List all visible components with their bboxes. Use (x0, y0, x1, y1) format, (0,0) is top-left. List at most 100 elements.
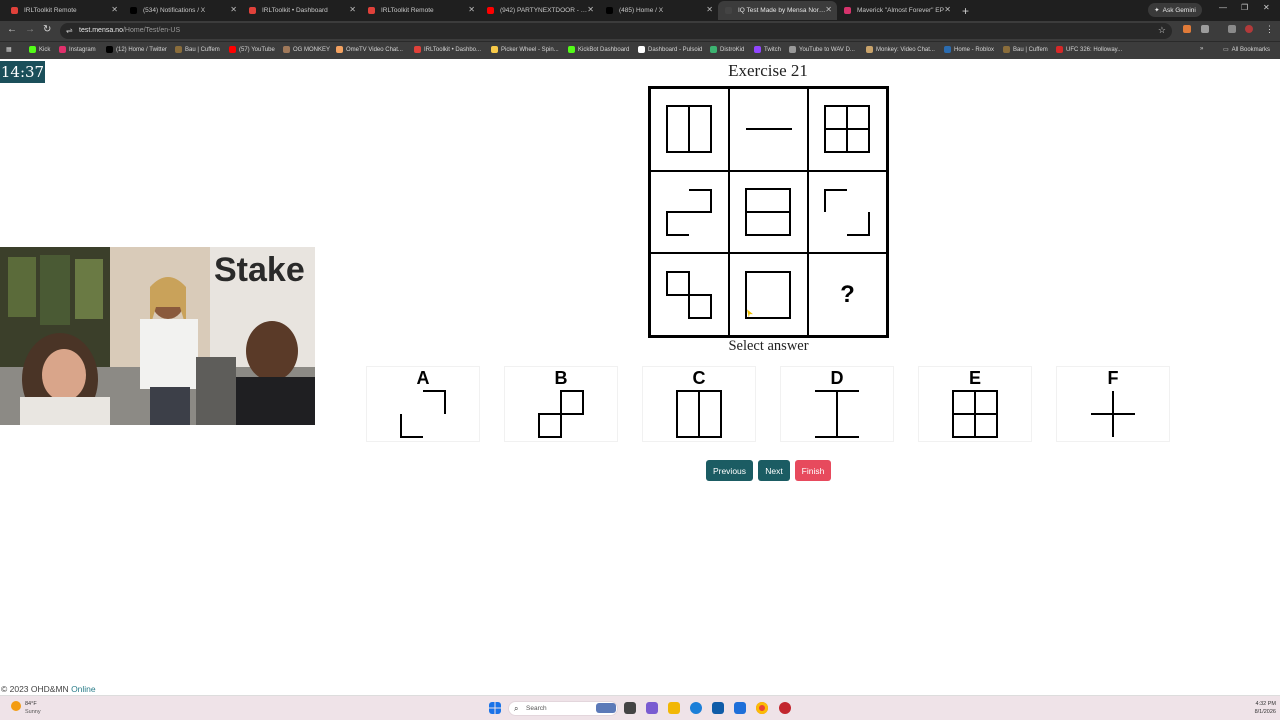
chrome-icon[interactable] (756, 702, 768, 714)
bookmark-item[interactable]: DistroKid (710, 46, 744, 53)
browser-tab[interactable]: (534) Notifications / X ✕ (123, 1, 242, 20)
reload-icon[interactable]: ↻ (43, 24, 51, 35)
address-bar[interactable]: ⇌ test.mensa.no/Home/Test/en-US ☆ (60, 23, 1172, 39)
close-tab-icon[interactable]: ✕ (825, 5, 832, 14)
bookmark-item[interactable]: OmeTV Video Chat... (336, 46, 403, 53)
close-tab-icon[interactable]: ✕ (468, 5, 475, 14)
system-clock[interactable]: 4:32 PM 8/1/2026 (1236, 700, 1276, 716)
file-explorer-icon[interactable] (668, 702, 680, 714)
bookmark-star-icon[interactable]: ☆ (1158, 25, 1166, 36)
bookmark-label: Kick (39, 46, 51, 53)
restore-icon[interactable]: ❐ (1241, 3, 1248, 12)
mail-icon[interactable] (734, 702, 746, 714)
browser-tab-active[interactable]: IQ Test Made by Mensa Norwa ✕ (718, 1, 837, 20)
puzzle-matrix: ? (648, 86, 889, 338)
bookmark-item[interactable]: Kick (29, 46, 50, 53)
back-arrow-icon[interactable]: ← (7, 24, 17, 35)
browser-tab[interactable]: IRLToolkit • Dashboard ✕ (242, 1, 361, 20)
bookmark-label: Bau | Cuffem (1013, 46, 1048, 53)
bookmark-item[interactable]: UFC 326: Holloway... (1056, 46, 1122, 53)
store-icon[interactable] (712, 702, 724, 714)
bookmark-favicon-icon (29, 46, 36, 53)
more-bookmarks-icon[interactable]: » (1200, 46, 1203, 52)
bookmark-item[interactable]: Bau | Cuffem (175, 46, 220, 53)
select-answer-label: Select answer (728, 338, 809, 354)
square-four-quadrants-icon (952, 390, 998, 438)
bookmark-item[interactable]: Dashboard - Pulsoid (638, 46, 702, 53)
answer-option-f[interactable]: F (1056, 366, 1170, 442)
countdown-timer: 14:37 (0, 61, 45, 83)
footer-link[interactable]: Online (71, 684, 96, 694)
bookmarks-bar: ▦ Kick Instagram (12) Home / Twitter Bau… (0, 41, 1280, 59)
app-icon[interactable] (779, 702, 791, 714)
bookmark-item[interactable]: OG MONKEY (283, 46, 330, 53)
bookmark-item[interactable]: KickBot Dashboard (568, 46, 629, 53)
bookmark-item[interactable]: Picker Wheel - Spin... (491, 46, 559, 53)
close-tab-icon[interactable]: ✕ (349, 5, 356, 14)
extensions-puzzle-icon[interactable] (1201, 25, 1209, 33)
edge-browser-icon[interactable] (690, 702, 702, 714)
answer-option-b[interactable]: B (504, 366, 618, 442)
forward-arrow-icon[interactable]: → (25, 24, 35, 35)
bookmark-favicon-icon (710, 46, 717, 53)
new-tab-button[interactable]: + (962, 4, 969, 18)
two-diagonal-squares-icon (538, 390, 584, 438)
windows-start-icon[interactable] (489, 702, 501, 714)
bookmark-item[interactable]: (12) Home / Twitter (106, 46, 167, 53)
close-tab-icon[interactable]: ✕ (587, 5, 594, 14)
matrix-cell (808, 170, 887, 254)
sidebar-icon[interactable] (1228, 25, 1236, 33)
bookmark-item[interactable]: Home - Roblox (944, 46, 994, 53)
answer-option-a[interactable]: A (366, 366, 480, 442)
browser-tab[interactable]: IRLToolkit Remote ✕ (4, 1, 123, 20)
next-button[interactable]: Next (758, 460, 790, 481)
bookmark-item[interactable]: Bau | Cuffem (1003, 46, 1048, 53)
finish-button[interactable]: Finish (795, 460, 831, 481)
sun-weather-icon[interactable] (10, 700, 22, 712)
svg-text:Stake: Stake (214, 251, 305, 289)
close-tab-icon[interactable]: ✕ (230, 5, 237, 14)
bookmark-item[interactable]: Twitch (754, 46, 781, 53)
browser-tab[interactable]: (942) PARTYNEXTDOOR - Only ✕ (480, 1, 599, 20)
bookmark-label: UFC 326: Holloway... (1066, 46, 1123, 53)
tab-favicon-icon (130, 7, 137, 14)
profile-avatar-icon[interactable] (1245, 25, 1253, 33)
browser-tab[interactable]: IRLToolkit Remote ✕ (361, 1, 480, 20)
browser-tab[interactable]: (485) Home / X ✕ (599, 1, 718, 20)
site-info-icon[interactable]: ⇌ (66, 26, 73, 35)
bookmark-item[interactable]: Instagram (59, 46, 96, 53)
tab-favicon-icon (368, 7, 375, 14)
answer-option-e[interactable]: E (918, 366, 1032, 442)
extension-icon[interactable] (1183, 25, 1191, 33)
task-view-icon[interactable] (624, 702, 636, 714)
bookmark-item[interactable]: Monkey: Video Chat... (866, 46, 935, 53)
menu-kebab-icon[interactable]: ⋮ (1265, 24, 1274, 35)
s-shape-icon (665, 188, 712, 236)
bookmark-item[interactable]: YouTube to WAV D... (789, 46, 855, 53)
bookmark-favicon-icon (491, 46, 498, 53)
ask-gemini-button[interactable]: ✦ Ask Gemini (1148, 3, 1202, 17)
bookmark-item[interactable]: IRLToolkit • Dashbo... (414, 46, 481, 53)
answer-option-d[interactable]: D (780, 366, 894, 442)
bookmark-item[interactable]: (57) YouTube (229, 46, 275, 53)
close-tab-icon[interactable]: ✕ (111, 5, 118, 14)
search-icon: ⌕ (514, 704, 519, 713)
previous-button[interactable]: Previous (706, 460, 753, 481)
close-tab-icon[interactable]: ✕ (944, 5, 951, 14)
close-window-icon[interactable]: ✕ (1263, 3, 1270, 12)
browser-tab[interactable]: Maverick "Almost Forever" EP ✕ (837, 1, 956, 20)
close-tab-icon[interactable]: ✕ (706, 5, 713, 14)
url-text: test.mensa.no/Home/Test/en-US (79, 27, 180, 34)
tab-label: IRLToolkit • Dashboard (262, 7, 328, 14)
bookmark-label: (57) YouTube (239, 46, 275, 53)
answer-option-c[interactable]: C (642, 366, 756, 442)
widget-thumbnail-icon[interactable] (596, 703, 616, 713)
answer-letter: F (1107, 368, 1119, 388)
all-bookmarks-button[interactable]: ▭ All Bookmarks (1223, 46, 1270, 54)
copilot-icon[interactable] (646, 702, 658, 714)
bookmark-favicon-icon (944, 46, 951, 53)
tab-favicon-icon (249, 7, 256, 14)
minimize-icon[interactable]: — (1219, 3, 1227, 12)
apps-grid-icon[interactable]: ▦ (6, 46, 12, 53)
matrix-cell (729, 170, 808, 254)
